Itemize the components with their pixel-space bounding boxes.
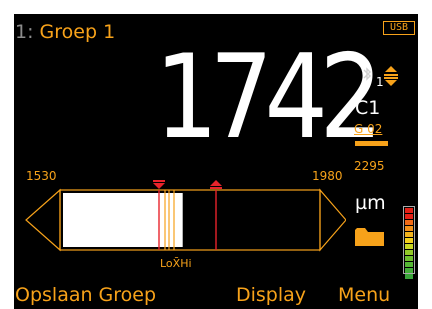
level-segment bbox=[405, 220, 413, 225]
softkey-bar: Opslaan Groep Display Menu bbox=[14, 282, 418, 309]
scale-right-arrow bbox=[319, 188, 346, 252]
group-code: G 02 bbox=[354, 122, 383, 136]
group-title[interactable]: 1: Groep 1 bbox=[15, 21, 115, 43]
level-segment bbox=[405, 244, 413, 249]
unit-label: µm bbox=[355, 192, 386, 214]
scale-left-arrow bbox=[25, 188, 61, 252]
level-segment bbox=[405, 256, 413, 261]
calibration-label: C1 bbox=[355, 97, 381, 119]
level-segment bbox=[405, 268, 413, 273]
level-meter bbox=[403, 206, 415, 279]
gauge-screen: 1: Groep 1 USB 1742 1 C1 G 02 2295 1530 … bbox=[14, 14, 418, 309]
usb-icon: USB bbox=[383, 21, 415, 35]
lower-limit-marker-icon bbox=[153, 180, 165, 189]
level-segment bbox=[405, 208, 413, 213]
level-segment bbox=[405, 274, 413, 279]
bluetooth-icon bbox=[363, 67, 371, 81]
level-segment bbox=[405, 250, 413, 255]
softkey-save-group[interactable]: Opslaan Groep bbox=[15, 282, 156, 309]
group-arrows-icon bbox=[384, 66, 398, 86]
bar-scale bbox=[25, 180, 346, 252]
lo-hi-label: LoX̄Hi bbox=[160, 257, 192, 270]
softkey-menu[interactable]: Menu bbox=[338, 282, 390, 309]
group-bar bbox=[355, 141, 388, 146]
group-name: Groep 1 bbox=[39, 21, 116, 43]
measurement-reading: 1742 bbox=[154, 30, 383, 165]
folder-icon[interactable] bbox=[354, 226, 385, 247]
max-value: 2295 bbox=[354, 159, 385, 173]
level-segment bbox=[405, 238, 413, 243]
upper-limit-marker-icon bbox=[210, 180, 222, 189]
level-segment bbox=[405, 214, 413, 219]
softkey-display[interactable]: Display bbox=[236, 282, 306, 309]
level-segment bbox=[405, 226, 413, 231]
group-index: 1: bbox=[15, 21, 34, 43]
level-segment bbox=[405, 232, 413, 237]
level-segment bbox=[405, 262, 413, 267]
